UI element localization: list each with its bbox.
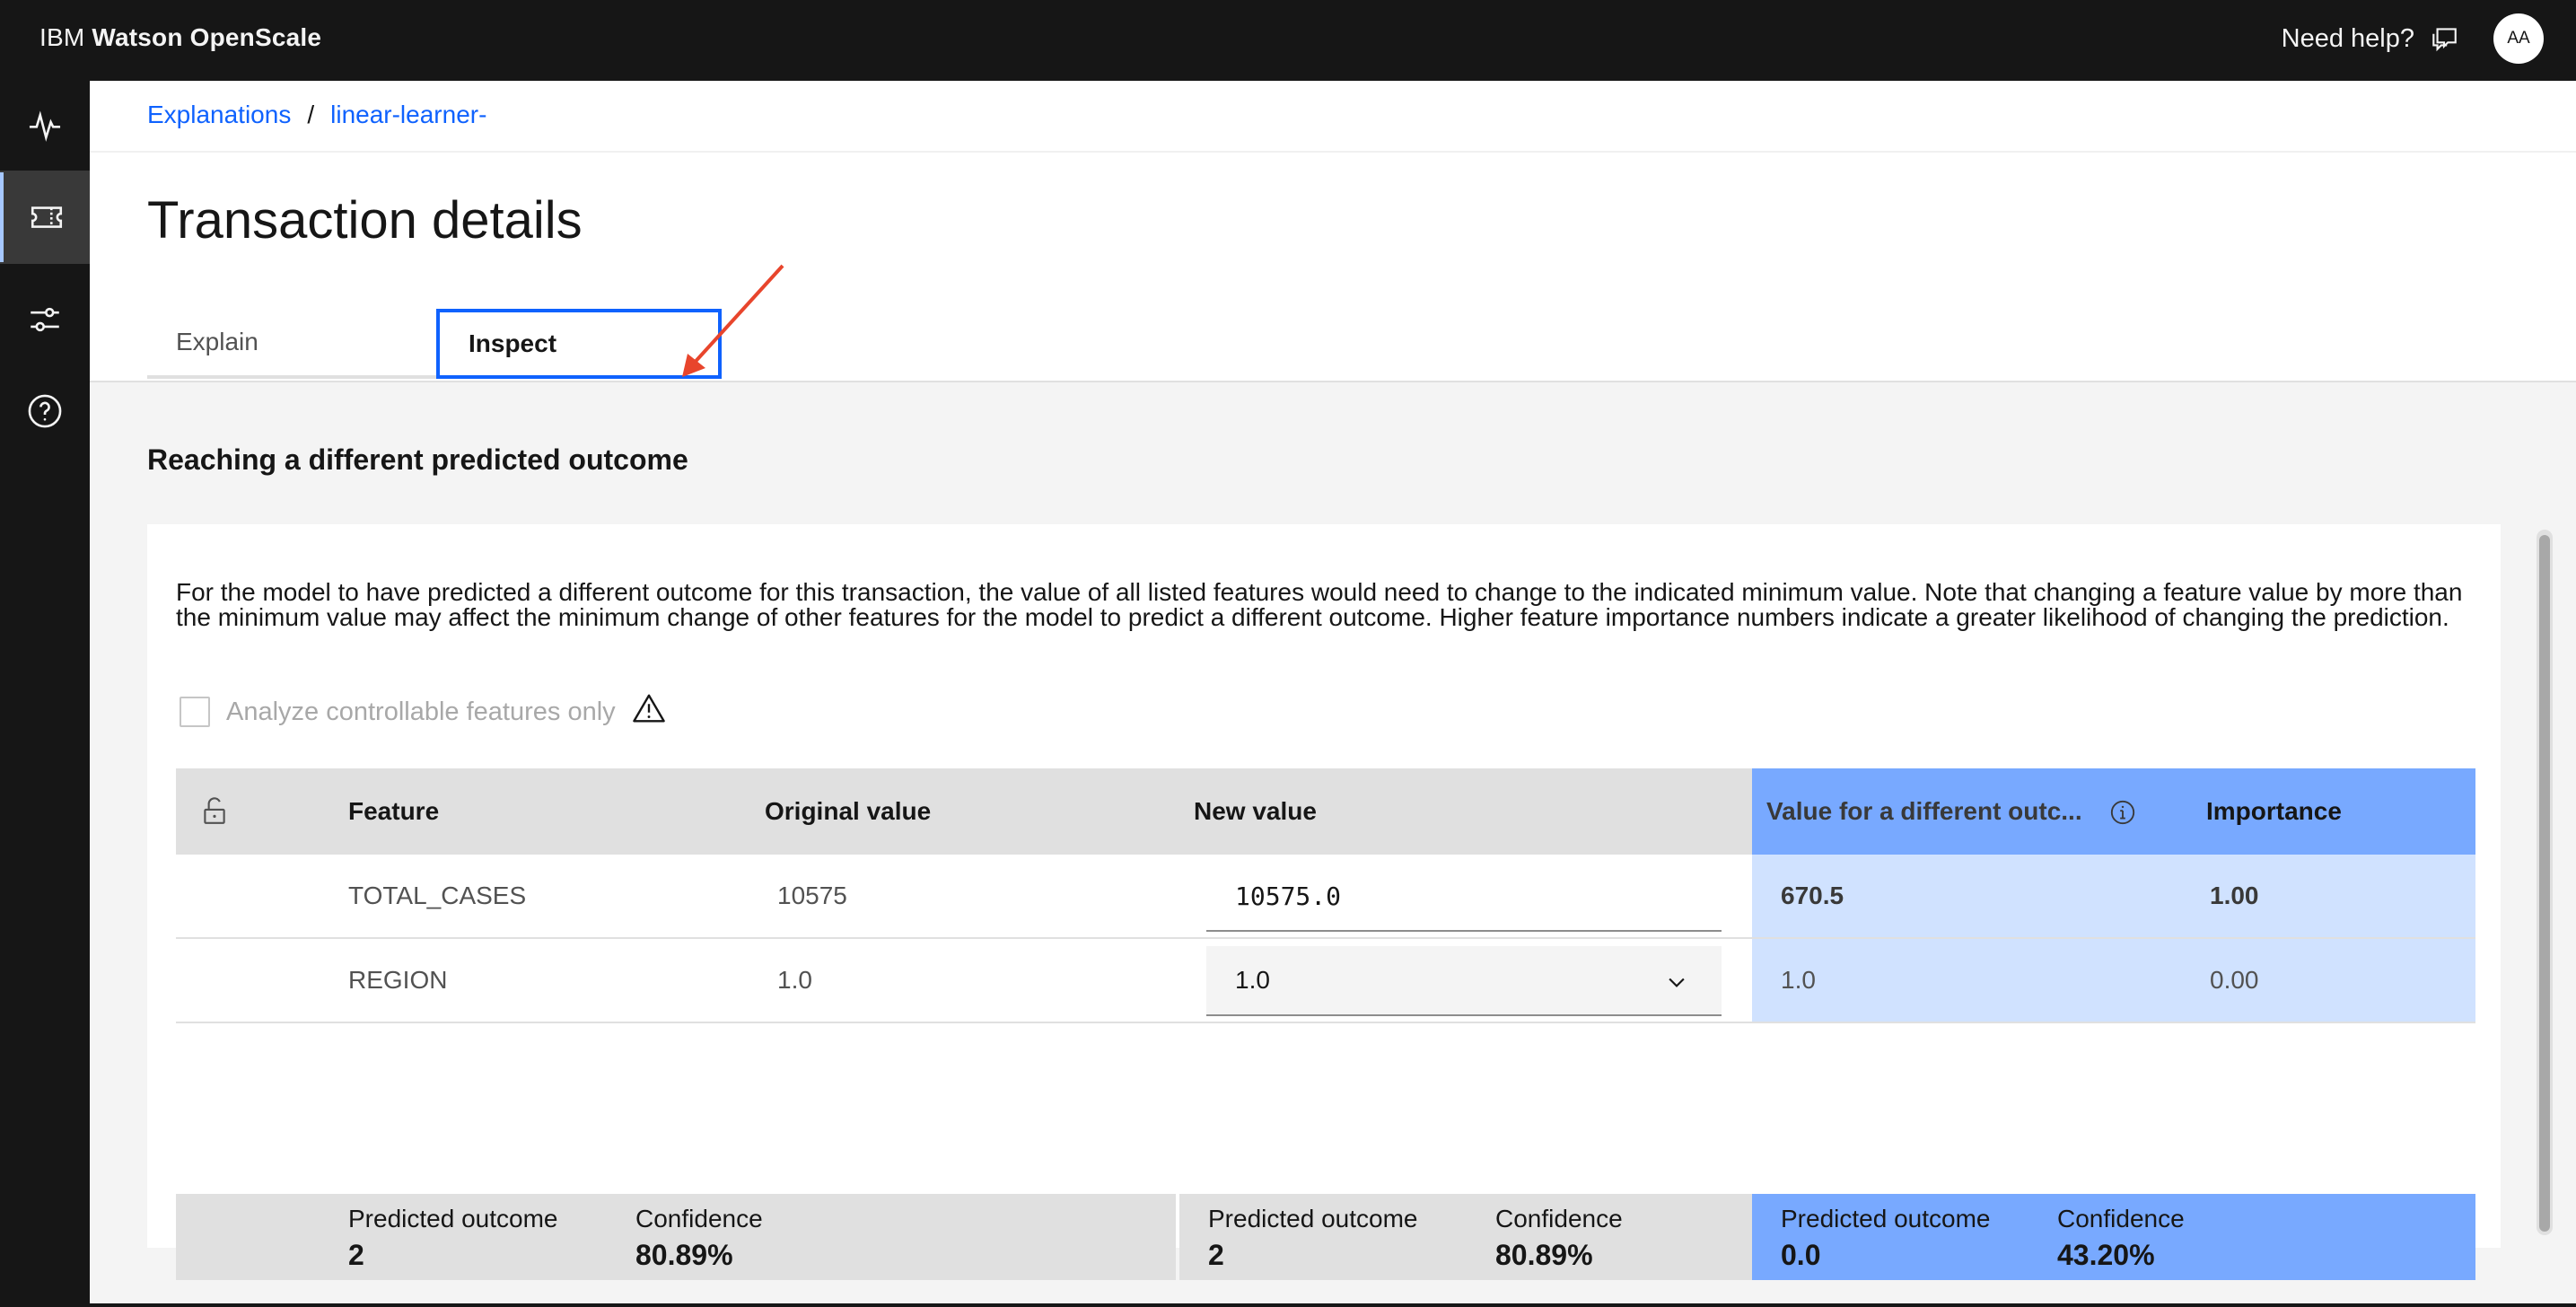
predicted-outcome-value: 2 — [1208, 1239, 1224, 1271]
table-row: TOTAL_CASES 10575 10575.0 670.5 1.00 — [176, 855, 2475, 939]
new-value-select[interactable]: 1.0 — [1206, 946, 1722, 1016]
cell-importance: 0.00 — [2210, 966, 2259, 994]
highlight-cell-bg — [1752, 855, 2475, 937]
summary-new: Predicted outcome 2 Confidence 80.89% — [1179, 1194, 1752, 1280]
cell-original-value: 10575 — [777, 882, 847, 909]
info-icon[interactable] — [2109, 799, 2136, 826]
user-avatar[interactable]: AA — [2493, 13, 2544, 64]
breadcrumb: Explanations / linear-learner- — [147, 101, 486, 129]
cell-importance: 1.00 — [2210, 882, 2259, 909]
tab-explain[interactable]: Explain — [147, 309, 436, 379]
breadcrumb-separator: / — [307, 101, 315, 128]
predicted-outcome-value: 2 — [348, 1239, 364, 1271]
confidence-value: 80.89% — [635, 1239, 733, 1271]
section-title: Reaching a different predicted outcome — [147, 443, 688, 476]
header-original-value[interactable]: Original value — [765, 768, 931, 855]
cell-feature: TOTAL_CASES — [348, 882, 527, 909]
top-bar: IBM Watson OpenScale Need help? AA — [0, 0, 2576, 81]
chat-icon — [2432, 28, 2457, 52]
breadcrumb-model[interactable]: linear-learner- — [330, 101, 486, 129]
brand-ibm: IBM — [39, 23, 92, 51]
header-importance[interactable]: Importance — [2206, 768, 2342, 855]
sidebar — [0, 81, 90, 1307]
table-header: Feature Original value New value Value f… — [176, 768, 2475, 855]
cell-different-outcome-value: 1.0 — [1781, 966, 1816, 994]
controllable-features-label: Analyze controllable features only — [226, 697, 616, 726]
page-header: Explanations / linear-learner- Transacti… — [90, 81, 2576, 382]
annotation-arrow-icon — [682, 264, 784, 377]
controllable-features-checkbox[interactable] — [180, 697, 210, 727]
header-different-outcome-value[interactable]: Value for a different outc... — [1766, 768, 2082, 855]
sidebar-item-help[interactable] — [0, 366, 90, 456]
summary-different-outcome: Predicted outcome 0.0 Confidence 43.20% — [1752, 1194, 2475, 1280]
confidence-label: Confidence — [1495, 1205, 1623, 1232]
counterfactual-panel: For the model to have predicted a differ… — [147, 524, 2501, 1280]
product-name[interactable]: IBM Watson OpenScale — [39, 23, 321, 52]
sidebar-item-insights[interactable] — [0, 81, 90, 171]
predicted-outcome-label: Predicted outcome — [1208, 1205, 1418, 1232]
controllable-features-option: Analyze controllable features only — [180, 691, 666, 732]
cell-original-value: 1.0 — [777, 966, 812, 994]
main-content: Explanations / linear-learner- Transacti… — [90, 81, 2576, 1303]
sidebar-item-configure[interactable] — [0, 275, 90, 364]
panel-description: For the model to have predicted a differ… — [176, 578, 2463, 631]
sidebar-divider — [0, 262, 90, 264]
scrollbar-thumb[interactable] — [2539, 535, 2550, 1232]
prediction-summary: Predicted outcome 2 Confidence 80.89% Pr… — [176, 1194, 2475, 1280]
select-value: 1.0 — [1235, 966, 1270, 994]
chevron-down-icon — [1669, 978, 1685, 987]
need-help-label: Need help? — [2281, 23, 2414, 53]
confidence-label: Confidence — [635, 1205, 763, 1232]
activity-icon — [29, 110, 61, 142]
confidence-value: 43.20% — [2057, 1239, 2155, 1271]
breadcrumb-explanations[interactable]: Explanations — [147, 101, 291, 129]
panel-scrollbar[interactable] — [2537, 530, 2553, 1235]
sliders-icon — [31, 307, 59, 332]
need-help-link[interactable]: Need help? — [2282, 23, 2459, 54]
confidence-value: 80.89% — [1495, 1239, 1593, 1271]
cell-feature: REGION — [348, 966, 448, 994]
new-value-input[interactable]: 10575.0 — [1206, 862, 1722, 932]
highlight-cell-bg — [1752, 939, 2475, 1022]
breadcrumb-divider — [90, 151, 2576, 153]
page-title: Transaction details — [147, 191, 583, 250]
tab-list: Explain Inspect — [147, 309, 722, 382]
header-feature[interactable]: Feature — [348, 768, 439, 855]
ticket-icon — [31, 206, 63, 228]
predicted-outcome-label: Predicted outcome — [348, 1205, 558, 1232]
predicted-outcome-value: 0.0 — [1781, 1239, 1821, 1271]
help-icon — [28, 394, 62, 428]
summary-original: Predicted outcome 2 Confidence 80.89% — [176, 1194, 1176, 1280]
header-new-value[interactable]: New value — [1194, 768, 1317, 855]
unlock-icon[interactable] — [199, 795, 230, 826]
warning-icon[interactable] — [632, 691, 666, 732]
predicted-outcome-label: Predicted outcome — [1781, 1205, 1991, 1232]
table-row: REGION 1.0 1.0 1.0 0.00 — [176, 939, 2475, 1023]
confidence-label: Confidence — [2057, 1205, 2185, 1232]
brand-product: Watson OpenScale — [92, 23, 322, 51]
cell-different-outcome-value: 670.5 — [1781, 882, 1844, 909]
sidebar-item-explanations[interactable] — [0, 172, 90, 262]
